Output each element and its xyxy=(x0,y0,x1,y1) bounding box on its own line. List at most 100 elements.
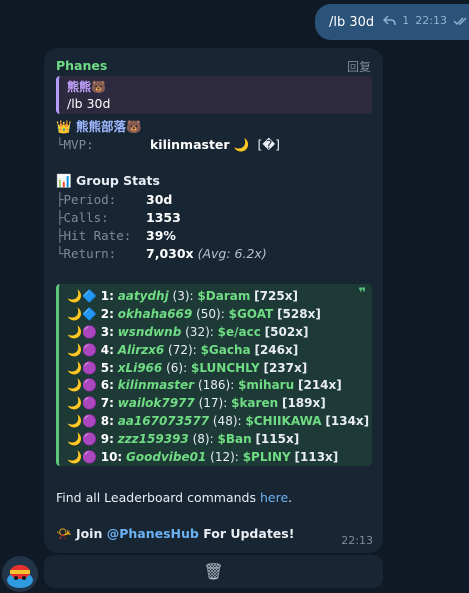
join-suffix: For Updates! xyxy=(198,526,295,541)
call-count: (17): xyxy=(198,396,228,411)
quote-mark-icon: ❞ xyxy=(358,286,366,301)
crown-icon: 👑 xyxy=(56,119,72,134)
reply-count[interactable]: 1 xyxy=(402,14,409,27)
mvp-extra: [�] xyxy=(257,137,281,152)
multiplier: [214x] xyxy=(297,378,342,393)
multiplier: [528x] xyxy=(277,306,321,321)
rank-badge-icons: 🌙🔷 xyxy=(67,306,97,321)
stats-row-return: └Return: 7,030x (Avg: 6.2x) xyxy=(56,245,267,263)
stats-row-hit-rate: ├Hit Rate: 39% xyxy=(56,227,176,245)
rank-number: 5: xyxy=(100,360,114,375)
multiplier: [237x] xyxy=(263,360,308,375)
stats-title: Group Stats xyxy=(75,173,160,188)
token-ticker[interactable]: $karen xyxy=(231,396,278,410)
avatar-image xyxy=(2,556,38,592)
multiplier: [134x] xyxy=(325,414,370,429)
leaderboard-user[interactable]: Alirzx6 xyxy=(118,343,165,357)
rank-number: 8: xyxy=(100,414,114,429)
leaderboard-user[interactable]: zzz159393 xyxy=(118,432,189,446)
multiplier: [189x] xyxy=(281,396,326,411)
group-name: 熊熊部落🐻 xyxy=(75,119,142,134)
message-time: 22:13 xyxy=(341,534,373,547)
token-ticker[interactable]: $PLINY xyxy=(243,450,291,464)
token-ticker[interactable]: $miharu xyxy=(238,378,294,392)
rank-number: 2: xyxy=(100,306,114,321)
leaderboard-user[interactable]: wsndwnb xyxy=(118,325,182,339)
rank-number: 9: xyxy=(100,432,114,447)
quoted-message[interactable]: 熊熊🐻 /lb 30d xyxy=(56,76,372,114)
quoted-text: /lb 30d xyxy=(67,96,111,111)
delete-button[interactable]: 🗑 xyxy=(44,555,383,588)
sender-name[interactable]: Phanes xyxy=(56,58,107,73)
group-title: 👑 熊熊部落🐻 xyxy=(56,118,142,136)
token-ticker[interactable]: $GOAT xyxy=(229,307,274,321)
stats-label: ├Calls: xyxy=(56,210,109,225)
bot-message-bubble[interactable]: Phanes 回复 熊熊🐻 /lb 30d 👑 熊熊部落🐻 └MVP: kili… xyxy=(44,48,383,553)
rank-badge-icons: 🌙🟣 xyxy=(67,360,97,375)
rank-badge-icons: 🌙🟣 xyxy=(67,378,97,393)
find-end: . xyxy=(288,490,293,505)
token-ticker[interactable]: $Gacha xyxy=(201,343,251,357)
token-ticker[interactable]: $CHIIKAWA xyxy=(245,414,321,428)
leaderboard-row: 🌙🟣 9: zzz159393 (8): $Ban [115x] xyxy=(67,431,364,449)
join-prefix: Join xyxy=(75,526,107,541)
stats-value: 7,030x xyxy=(146,246,194,261)
call-count: (48): xyxy=(212,414,242,429)
rank-badge-icons: 🌙🟣 xyxy=(67,450,97,465)
call-count: (3): xyxy=(172,289,194,303)
stats-label: └Return: xyxy=(56,246,117,261)
outgoing-message-bubble[interactable]: /lb 30d 1 22:13 xyxy=(315,4,469,40)
leaderboard-user[interactable]: okhaha669 xyxy=(118,307,193,321)
mvp-row: └MVP: kilinmaster 🌙 [�] xyxy=(56,136,280,154)
rank-number: 3: xyxy=(100,324,114,339)
rank-number: 4: xyxy=(100,342,114,357)
multiplier: [113x] xyxy=(294,450,339,465)
leaderboard-block: ❞ 🌙🔷 1: aatydhj (3): $Daram [725x] 🌙🔷 2: … xyxy=(56,284,372,466)
call-count: (32): xyxy=(185,324,214,339)
leaderboard-user[interactable]: xLi966 xyxy=(118,361,163,375)
quoted-author: 熊熊🐻 xyxy=(67,80,106,94)
token-ticker[interactable]: $Ban xyxy=(217,432,251,446)
phaneshub-link[interactable]: @PhanesHub xyxy=(107,526,199,541)
leaderboard-row: 🌙🟣 4: Alirzx6 (72): $Gacha [246x] xyxy=(67,342,364,360)
call-count: (6): xyxy=(166,360,188,375)
leaderboard-user[interactable]: Goodvibe01 xyxy=(126,450,206,464)
rank-badge-icons: 🌙🟣 xyxy=(67,324,97,339)
trash-icon: 🗑 xyxy=(203,562,224,581)
token-ticker[interactable]: $Daram xyxy=(197,289,250,303)
leaderboard-user[interactable]: aatydhj xyxy=(118,289,169,303)
leaderboard-list: 🌙🔷 1: aatydhj (3): $Daram [725x] 🌙🔷 2: ok… xyxy=(67,288,369,467)
token-ticker[interactable]: $LUNCHLY xyxy=(191,361,260,375)
stats-value: 30d xyxy=(146,192,173,207)
leaderboard-row: 🌙🔷 2: okhaha669 (50): $GOAT [528x] xyxy=(67,306,364,324)
call-count: (72): xyxy=(168,342,197,357)
call-count: (8): xyxy=(192,432,214,447)
multiplier: [725x] xyxy=(254,289,298,303)
bot-avatar[interactable] xyxy=(2,556,38,592)
leaderboard-row: 🌙🟣 7: wailok7977 (17): $karen [189x] xyxy=(67,395,364,413)
leaderboard-user[interactable]: kilinmaster xyxy=(118,378,194,392)
reply-button[interactable]: 回复 xyxy=(347,58,371,75)
mvp-label: └MVP: xyxy=(56,137,94,152)
rank-badge-icons: 🌙🟣 xyxy=(67,396,97,411)
here-link[interactable]: here xyxy=(260,490,288,505)
stats-label: ├Period: xyxy=(56,192,117,207)
call-count: (186): xyxy=(197,378,235,393)
stats-value: 1353 xyxy=(146,210,181,225)
call-count: (50): xyxy=(196,306,225,321)
outgoing-message-text: /lb 30d xyxy=(329,14,375,30)
leaderboard-row: 🌙🟣 8: aa167073577 (48): $CHIIKAWA [134x] xyxy=(67,413,369,431)
leaderboard-user[interactable]: wailok7977 xyxy=(118,396,195,410)
rank-number: 10: xyxy=(100,450,123,465)
rank-badge-icons: 🌙🟣 xyxy=(67,414,97,429)
leaderboard-commands-line: Find all Leaderboard commands here. xyxy=(56,489,292,507)
bar-chart-icon: 📊 xyxy=(56,173,72,188)
leaderboard-row: 🌙🟣 6: kilinmaster (186): $miharu [214x] xyxy=(67,377,364,395)
rank-badge-icons: 🌙🟣 xyxy=(67,342,97,357)
token-ticker[interactable]: $e/acc xyxy=(218,325,261,339)
multiplier: [115x] xyxy=(255,432,300,447)
find-text: Find all Leaderboard commands xyxy=(56,490,260,505)
stats-extra: (Avg: 6.2x) xyxy=(197,246,267,261)
leaderboard-user[interactable]: aa167073577 xyxy=(118,414,209,428)
read-double-check-icon xyxy=(453,16,469,26)
